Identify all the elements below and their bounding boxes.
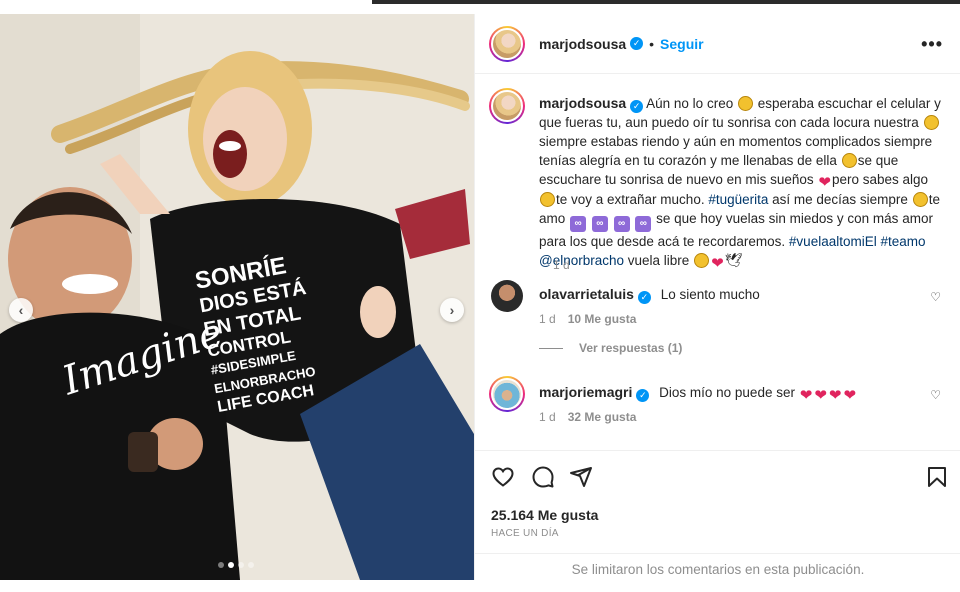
commenter-username[interactable]: olavarrietaluis xyxy=(539,286,634,302)
caption-fragment: Aún no lo creo xyxy=(643,96,737,111)
verified-badge-icon: ✓ xyxy=(637,291,651,304)
comment-bubble-icon[interactable] xyxy=(531,465,555,489)
separator-dot: • xyxy=(649,35,655,52)
follow-button[interactable]: Seguir xyxy=(660,36,704,52)
like-comment-heart-icon[interactable]: ♡ xyxy=(930,290,941,304)
verified-badge-icon: ✓ xyxy=(630,100,644,113)
comment-body: Dios mío no puede ser xyxy=(659,385,795,400)
comment-item: olavarrietaluis ✓ Lo siento mucho 1 d 10 M… xyxy=(489,278,951,326)
browser-top-strip xyxy=(0,0,960,4)
comment-item: marjoriemagri ✓ Dios mío no puede ser ❤ ❤ ❤… xyxy=(489,376,951,424)
comments-limited-notice: Se limitaron los comentarios en esta pub… xyxy=(475,553,960,581)
sad-face-emoji-icon xyxy=(841,153,857,168)
infinity-emoji-icon: ∞ xyxy=(635,216,652,232)
post-media[interactable]: Imagine SONRÍE DIOS ESTÁ EN TOTAL CONTRO… xyxy=(0,14,474,580)
carousel-next-button[interactable]: › xyxy=(440,298,464,322)
comments-section: marjodsousa ✓ Aún no lo creo esperaba esc… xyxy=(475,74,960,450)
replies-line xyxy=(539,347,563,349)
verified-badge-icon: ✓ xyxy=(636,389,650,402)
comment-likes[interactable]: 32 Me gusta xyxy=(568,410,637,424)
post-actions: 25.164 Me gusta HACE UN DÍA Se limitaron… xyxy=(475,450,960,580)
comment-text: olavarrietaluis ✓ Lo siento mucho xyxy=(539,286,760,304)
caption-fragment: así me decías siempre xyxy=(768,192,912,207)
smiling-hearts-emoji-icon xyxy=(912,192,928,207)
infinity-emoji-icon: ∞ xyxy=(591,216,608,232)
infinity-emoji-icon: ∞ xyxy=(613,216,630,232)
praying-hands-emoji-icon xyxy=(694,253,710,268)
comment-likes[interactable]: 10 Me gusta xyxy=(568,312,637,326)
caption-fragment: te voy a extrañar mucho. xyxy=(556,192,709,207)
caption-text: marjodsousa ✓ Aún no lo creo esperaba esc… xyxy=(539,94,947,271)
dove-emoji-icon: 🕊 xyxy=(724,252,743,268)
post-details-pane: marjodsousa ✓ • Seguir ••• marjodsousa ✓ … xyxy=(474,14,960,580)
more-options-icon[interactable]: ••• xyxy=(921,34,943,55)
hashtag-link[interactable]: #teamo xyxy=(880,234,925,249)
comment-text: marjoriemagri ✓ Dios mío no puede ser ❤ ❤ ❤… xyxy=(539,384,857,403)
carousel-dot xyxy=(218,562,224,568)
red-heart-emoji-icon: ❤ xyxy=(799,387,813,404)
comment-time[interactable]: 1 d xyxy=(539,410,556,424)
like-heart-icon[interactable] xyxy=(491,465,515,489)
share-send-icon[interactable] xyxy=(569,465,593,489)
red-heart-emoji-icon: ❤ xyxy=(814,387,827,404)
red-heart-emoji-icon: ❤ xyxy=(711,255,724,272)
carousel-dot-active xyxy=(228,562,234,568)
comment-body: Lo siento mucho xyxy=(660,287,760,302)
commenter-username[interactable]: marjoriemagri xyxy=(539,384,632,400)
sad-face-emoji-icon xyxy=(737,96,753,111)
verified-badge-icon: ✓ xyxy=(630,37,644,50)
carousel-dot xyxy=(248,562,254,568)
view-replies-label: Ver respuestas (1) xyxy=(579,341,683,355)
like-comment-heart-icon[interactable]: ♡ xyxy=(930,388,941,402)
save-bookmark-icon[interactable] xyxy=(925,465,949,489)
caption-fragment: pero sabes algo xyxy=(832,172,929,187)
caption-username[interactable]: marjodsousa xyxy=(539,95,626,111)
infinity-emoji-icon: ∞ xyxy=(570,216,587,232)
author-avatar[interactable] xyxy=(489,25,525,62)
red-heart-emoji-icon: ❤ xyxy=(843,387,857,404)
mention-link[interactable]: @elnorbracho xyxy=(539,253,624,268)
carousel-prev-button[interactable]: ‹ xyxy=(9,298,33,322)
author-username[interactable]: marjodsousa xyxy=(539,36,626,52)
hashtag-link[interactable]: #tugüerita xyxy=(708,192,768,207)
hashtag-link[interactable]: #vuelaaltomiEl xyxy=(789,234,877,249)
view-replies-button[interactable]: Ver respuestas (1) xyxy=(539,341,682,355)
chevron-left-icon: ‹ xyxy=(18,302,24,318)
red-heart-emoji-icon: ❤ xyxy=(828,387,842,404)
commenter-avatar[interactable] xyxy=(489,278,525,314)
post-header: marjodsousa ✓ • Seguir ••• xyxy=(475,14,960,74)
shirt-right-text: SONRÍE DIOS ESTÁ EN TOTAL CONTROL #SIDES… xyxy=(193,242,367,417)
comment-time[interactable]: 1 d xyxy=(539,312,556,326)
caption-avatar[interactable] xyxy=(489,88,525,124)
commenter-avatar[interactable] xyxy=(489,376,525,412)
carousel-dot xyxy=(238,562,244,568)
caption-time[interactable]: 1 d xyxy=(553,258,570,272)
post-age[interactable]: HACE UN DÍA xyxy=(491,528,559,539)
comment-meta: 1 d 10 Me gusta xyxy=(539,312,636,326)
red-heart-emoji-icon: ❤ xyxy=(818,174,831,191)
comment-meta: 1 d 32 Me gusta xyxy=(539,410,636,424)
likes-count[interactable]: 25.164 Me gusta xyxy=(491,507,598,523)
chevron-right-icon: › xyxy=(449,302,455,318)
sad-face-emoji-icon xyxy=(540,192,555,207)
laughing-face-emoji-icon xyxy=(923,115,939,130)
carousel-indicator xyxy=(218,562,254,568)
caption-fragment: vuela libre xyxy=(624,253,694,268)
